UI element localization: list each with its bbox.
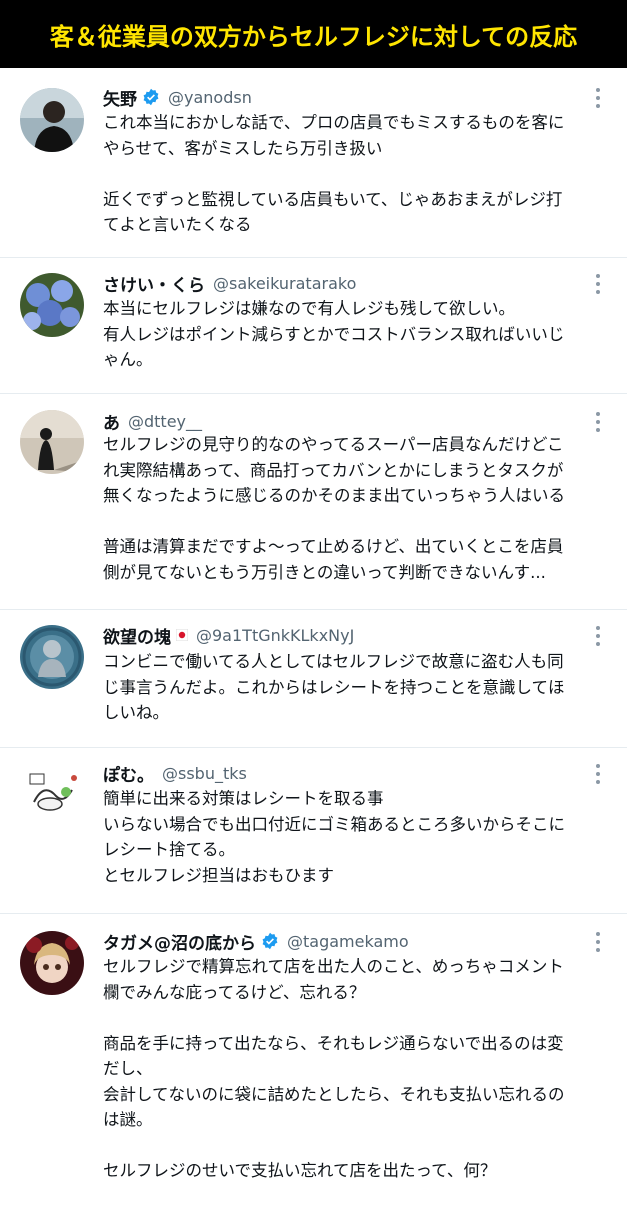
tweet-header: さけい・くら @sakeikuratarako: [103, 270, 356, 296]
tweet-header: ぽむ。 @ssbu_tks: [103, 760, 247, 786]
more-options-icon[interactable]: [595, 764, 601, 784]
tweet-text: 簡単に出来る対策はレシートを取る事 いらない場合でも出口付近にゴミ箱あるところ多…: [103, 786, 607, 888]
tweet-paragraph: 商品を手に持って出たなら、それもレジ通らないで出るのは変 だし、 会計してないの…: [103, 1033, 565, 1130]
user-handle[interactable]: @dttey__: [128, 412, 202, 431]
tweet-header: あ @dttey__: [103, 408, 202, 434]
tweet-text: 本当にセルフレジは嫌なので有人レジも残して欲しい。 有人レジはポイント減らすとか…: [103, 296, 607, 373]
more-options-icon[interactable]: [595, 626, 601, 646]
japan-flag-icon: [176, 629, 188, 641]
banner-title: 客＆従業員の双方からセルフレジに対しての反応: [49, 22, 578, 51]
header-banner: 客＆従業員の双方からセルフレジに対しての反応: [0, 0, 627, 68]
more-options-icon[interactable]: [595, 88, 601, 108]
avatar[interactable]: [20, 931, 84, 995]
display-name[interactable]: さけい・くら: [103, 271, 205, 296]
tweet-paragraph: 本当にセルフレジは嫌なので有人レジも残して欲しい。 有人レジはポイント減らすとか…: [103, 299, 565, 369]
tweet-dttey[interactable]: あ @dttey__ セルフレジの見守り的なのやってるスーパー店員なんだけどこ …: [0, 394, 627, 610]
tweet-paragraph: セルフレジのせいで支払い忘れて店を出たって、何？: [103, 1161, 497, 1180]
tweet-text: セルフレジで精算忘れて店を出た人のこと、めっちゃコメント 欄でみんな庇ってるけど…: [103, 954, 607, 1184]
display-name[interactable]: あ: [103, 409, 120, 434]
user-handle[interactable]: @tagamekamo: [287, 932, 409, 951]
display-name[interactable]: タガメ@沼の底から: [103, 929, 256, 954]
avatar[interactable]: [20, 625, 84, 689]
tweet-paragraph: コンビニで働いてる人としてはセルフレジで故意に盗む人も同 じ事言うんだよ。これか…: [103, 652, 565, 722]
tweet-paragraph: これ本当におかしな話で、プロの店員でもミスするものを客に やらせて、客がミスした…: [103, 113, 565, 158]
more-options-icon[interactable]: [595, 412, 601, 432]
tweet-tagamekamo[interactable]: タガメ@沼の底から @tagamekamo セルフレジで精算忘れて店を出た人のこ…: [0, 914, 627, 1214]
tweet-9a1TtGnkKLkxNyJ[interactable]: 欲望の塊 @9a1TtGnkKLkxNyJ コンビニで働いてる人としてはセルフレ…: [0, 610, 627, 748]
user-handle[interactable]: @9a1TtGnkKLkxNyJ: [196, 626, 354, 645]
more-options-icon[interactable]: [595, 932, 601, 952]
user-handle[interactable]: @sakeikuratarako: [213, 274, 356, 293]
verified-badge-icon: [262, 932, 278, 950]
tweet-text: コンビニで働いてる人としてはセルフレジで故意に盗む人も同 じ事言うんだよ。これか…: [103, 649, 607, 726]
avatar[interactable]: [20, 273, 84, 337]
user-handle[interactable]: @ssbu_tks: [162, 764, 247, 783]
tweet-paragraph: 普通は清算まだですよ～って止めるけど、出ていくとこを店員 側が見てないともう万引…: [103, 537, 564, 582]
tweet-header: 欲望の塊 @9a1TtGnkKLkxNyJ: [103, 622, 354, 648]
tweet-paragraph: セルフレジで精算忘れて店を出た人のこと、めっちゃコメント 欄でみんな庇ってるけど…: [103, 957, 564, 1002]
tweet-header: 矢野 @yanodsn: [103, 84, 252, 110]
display-name[interactable]: 矢野: [103, 85, 137, 110]
verified-badge-icon: [143, 88, 159, 106]
avatar[interactable]: [20, 762, 84, 826]
more-options-icon[interactable]: [595, 274, 601, 294]
tweet-paragraph: セルフレジの見守り的なのやってるスーパー店員なんだけどこ れ実際結構あって、商品…: [103, 435, 565, 505]
display-name[interactable]: 欲望の塊: [103, 623, 171, 648]
tweet-paragraph: 簡単に出来る対策はレシートを取る事 いらない場合でも出口付近にゴミ箱あるところ多…: [103, 789, 565, 885]
tweet-paragraph: 近くでずっと監視している店員もいて、じゃあおまえがレジ打 てよと言いたくなる: [103, 189, 563, 235]
tweet-ssbu_tks[interactable]: ぽむ。 @ssbu_tks 簡単に出来る対策はレシートを取る事 いらない場合でも…: [0, 748, 627, 914]
tweet-text: セルフレジの見守り的なのやってるスーパー店員なんだけどこ れ実際結構あって、商品…: [103, 432, 607, 585]
tweet-sakeikuratarako[interactable]: さけい・くら @sakeikuratarako 本当にセルフレジは嫌なので有人レ…: [0, 258, 627, 394]
tweet-header: タガメ@沼の底から @tagamekamo: [103, 928, 409, 954]
user-handle[interactable]: @yanodsn: [168, 88, 252, 107]
display-name[interactable]: ぽむ。: [103, 761, 154, 786]
avatar[interactable]: [20, 88, 84, 152]
tweet-text: これ本当におかしな話で、プロの店員でもミスするものを客に やらせて、客がミスした…: [103, 110, 607, 238]
avatar[interactable]: [20, 410, 84, 474]
tweet-yanodsn[interactable]: 矢野 @yanodsn これ本当におかしな話で、プロの店員でもミスするものを客に…: [0, 68, 627, 258]
